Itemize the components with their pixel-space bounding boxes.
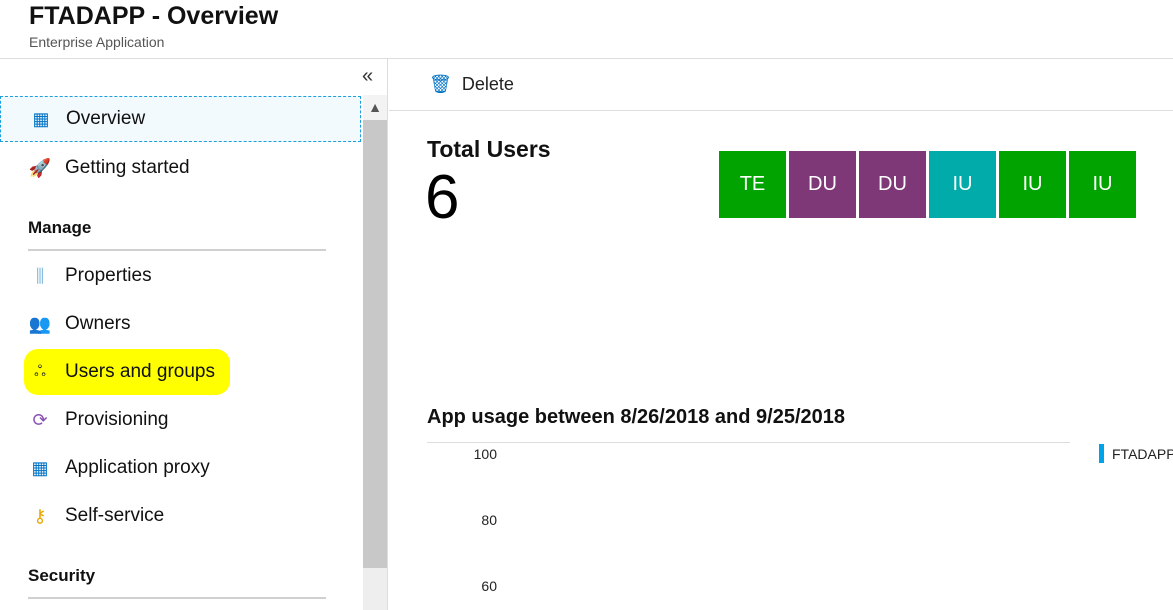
scroll-up-icon[interactable]: ▲ — [363, 95, 387, 120]
sidebar-item-getting-started[interactable]: 🚀 Getting started — [0, 145, 361, 191]
section-security: Security — [28, 566, 96, 585]
chart-legend[interactable]: FTADAPP — [1099, 444, 1173, 463]
trash-icon: 🗑 — [429, 74, 452, 94]
user-tile[interactable]: IU — [929, 151, 996, 218]
divider — [28, 249, 326, 251]
delete-button[interactable]: 🗑 Delete — [429, 74, 514, 95]
sidebar-item-label: Self-service — [65, 505, 165, 526]
provisioning-icon: ⟳ — [32, 409, 48, 430]
sidebar-item-provisioning[interactable]: ⟳ Provisioning — [0, 397, 361, 443]
sidebar-item-label: Overview — [66, 108, 146, 129]
user-tiles: TE DU DU IU IU IU — [719, 151, 1136, 218]
sidebar-item-label: Owners — [65, 313, 131, 334]
sidebar-item-label: Getting started — [65, 157, 190, 178]
sidebar-item-label: Application proxy — [65, 457, 210, 478]
y-tick-label: 100 — [473, 446, 497, 462]
chart-gridline — [427, 442, 1070, 443]
user-tile[interactable]: DU — [789, 151, 856, 218]
total-users-label: Total Users — [427, 136, 551, 162]
sidebar-item-owners[interactable]: 👥 Owners — [0, 301, 361, 347]
sidebar-scrollbar[interactable]: ▲ — [363, 95, 387, 610]
section-manage: Manage — [28, 218, 92, 237]
y-tick-label: 60 — [481, 578, 497, 594]
sidebar-item-application-proxy[interactable]: ▦ Application proxy — [0, 445, 361, 491]
legend-swatch — [1099, 444, 1104, 463]
legend-label: FTADAPP — [1112, 445, 1173, 462]
rocket-icon: 🚀 — [28, 157, 52, 178]
scrollbar-thumb[interactable] — [363, 120, 387, 568]
collapse-sidebar-icon[interactable]: « — [362, 65, 373, 88]
total-users-count: 6 — [425, 163, 460, 232]
y-tick-label: 80 — [481, 512, 497, 528]
sidebar-item-self-service[interactable]: ⚷ Self-service — [0, 493, 361, 539]
page-header: FTADAPP - Overview Enterprise Applicatio… — [0, 0, 1173, 59]
users-icon: ஃ — [34, 362, 46, 380]
sidebar-item-label: Provisioning — [65, 409, 169, 430]
page-subtitle: Enterprise Application — [29, 34, 165, 50]
sidebar-item-properties[interactable]: ⫼ Properties — [0, 253, 361, 299]
user-tile[interactable]: IU — [1069, 151, 1136, 218]
sidebar-item-label: Users and groups — [65, 361, 215, 382]
user-tile[interactable]: DU — [859, 151, 926, 218]
grid-globe-icon: ▦ — [32, 108, 50, 129]
key-icon: ⚷ — [33, 505, 47, 526]
sidebar-item-users-and-groups[interactable]: ஃ Users and groups — [0, 349, 361, 395]
delete-label: Delete — [461, 74, 514, 94]
chart-title: App usage between 8/26/2018 and 9/25/201… — [427, 406, 845, 428]
user-tile[interactable]: TE — [719, 151, 786, 218]
app-proxy-icon: ▦ — [31, 457, 49, 478]
divider — [28, 597, 326, 599]
owners-icon: 👥 — [28, 313, 52, 334]
sliders-icon: ⫼ — [35, 265, 45, 286]
sidebar-item-overview[interactable]: ▦ Overview — [0, 96, 361, 142]
page-title: FTADAPP - Overview — [29, 2, 279, 30]
sidebar-item-label: Properties — [65, 265, 152, 286]
toolbar: 🗑 Delete — [389, 59, 1173, 111]
user-tile[interactable]: IU — [999, 151, 1066, 218]
